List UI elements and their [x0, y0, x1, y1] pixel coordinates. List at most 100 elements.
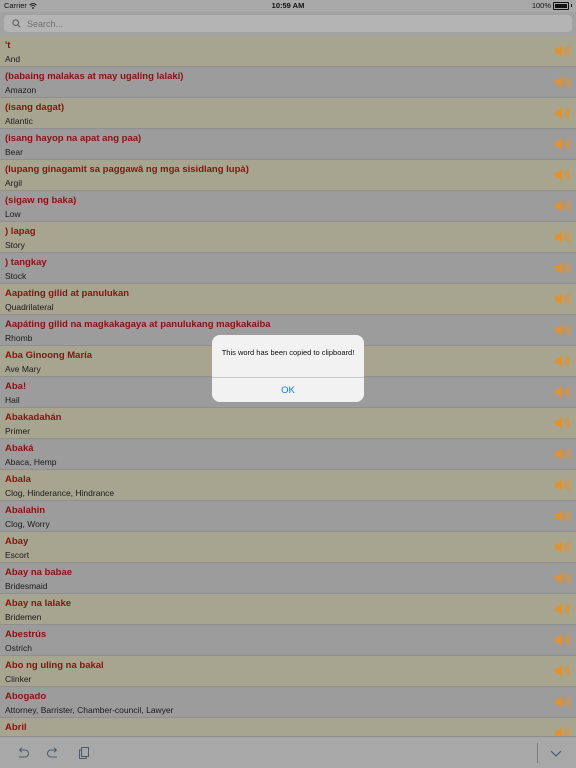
battery-indicator: 100%	[532, 1, 572, 10]
speaker-icon[interactable]	[554, 664, 570, 678]
list-item[interactable]: Abay na lalake Bridemen	[0, 594, 576, 625]
speaker-icon[interactable]	[554, 261, 570, 275]
speaker-icon[interactable]	[554, 633, 570, 647]
chevron-down-icon[interactable]	[549, 746, 563, 760]
entry-meaning: Clinker	[5, 674, 32, 684]
entry-word: Abay na lalake	[5, 598, 72, 609]
speaker-icon[interactable]	[554, 323, 570, 337]
search-icon	[12, 19, 21, 28]
list-item[interactable]: Abo ng uling na bakal Clinker	[0, 656, 576, 687]
entry-word: Abaká	[5, 443, 34, 454]
list-item[interactable]: 't And	[0, 36, 576, 67]
entry-meaning: Clog, Worry	[5, 519, 50, 529]
entry-meaning: Attorney, Barrister, Chamber-council, La…	[5, 705, 174, 715]
speaker-icon[interactable]	[554, 478, 570, 492]
search-input[interactable]	[25, 17, 529, 30]
speaker-icon[interactable]	[554, 137, 570, 151]
entry-word: Abril	[5, 722, 27, 733]
entry-meaning: Quadrilateral	[5, 302, 54, 312]
list-item[interactable]: Abalahin Clog, Worry	[0, 501, 576, 532]
entry-meaning: Clog, Hinderance, Hindrance	[5, 488, 115, 498]
list-item[interactable]: Abay Escort	[0, 532, 576, 563]
entry-word: Abay	[5, 536, 29, 547]
speaker-icon[interactable]	[554, 447, 570, 461]
list-item[interactable]: (isang hayop na apat ang paa) Bear	[0, 129, 576, 160]
list-item[interactable]: Abay na babae Bridesmaid	[0, 563, 576, 594]
list-item[interactable]: (lupang ginagamit sa paggawâ ng mga sisi…	[0, 160, 576, 191]
list-item[interactable]: AbrilApril	[0, 718, 576, 736]
alert-dialog: This word has been copied to clipboard! …	[212, 335, 364, 402]
speaker-icon[interactable]	[554, 385, 570, 399]
toolbar-divider	[537, 743, 538, 763]
speaker-icon[interactable]	[554, 354, 570, 368]
list-item[interactable]: (babaing malakas at may ugaling lalaki) A…	[0, 67, 576, 98]
entry-meaning: Bridemen	[5, 612, 42, 622]
entry-word: (sigaw ng baka)	[5, 195, 77, 206]
entry-word: Aapating gilid at panulukan	[5, 288, 130, 299]
entry-word: Abo ng uling na bakal	[5, 660, 104, 671]
redo-icon[interactable]	[46, 746, 60, 760]
speaker-icon[interactable]	[554, 75, 570, 89]
search-field[interactable]	[4, 15, 572, 32]
battery-tip	[571, 4, 572, 7]
entry-word: Aba!	[5, 381, 27, 392]
battery-icon	[553, 1, 569, 10]
speaker-icon[interactable]	[554, 416, 570, 430]
speaker-icon[interactable]	[554, 540, 570, 554]
speaker-icon[interactable]	[554, 106, 570, 120]
list-item[interactable]: Abaká Abaca, Hemp	[0, 439, 576, 470]
entry-meaning: Atlantic	[5, 116, 33, 126]
list-item[interactable]: Abogado Attorney, Barrister, Chamber-coun…	[0, 687, 576, 718]
entry-word: (lupang ginagamit sa paggawâ ng mga sisi…	[5, 164, 249, 175]
entry-meaning: Rhomb	[5, 333, 33, 343]
speaker-icon[interactable]	[554, 695, 570, 709]
list-item[interactable]: (sigaw ng baka) Low	[0, 191, 576, 222]
speaker-icon[interactable]	[554, 168, 570, 182]
entry-meaning: Ave Mary	[5, 364, 41, 374]
entry-word: Abestrús	[5, 629, 47, 640]
speaker-icon[interactable]	[554, 44, 570, 58]
search-bar	[0, 12, 576, 36]
list-item[interactable]: Abala Clog, Hinderance, Hindrance	[0, 470, 576, 501]
entry-word: (isang hayop na apat ang paa)	[5, 133, 142, 144]
entry-word: Abogado	[5, 691, 47, 702]
list-item[interactable]: Abakadahán Primer	[0, 408, 576, 439]
list-item[interactable]: (isang dagat) Atlantic	[0, 98, 576, 129]
speaker-icon[interactable]	[554, 571, 570, 585]
speaker-icon[interactable]	[554, 292, 570, 306]
entry-meaning: And	[5, 54, 21, 64]
entry-word: (babaing malakas at may ugaling lalaki)	[5, 71, 184, 82]
entry-meaning: Primer	[5, 426, 31, 436]
entry-meaning: Abaca, Hemp	[5, 457, 57, 467]
list-item[interactable]: Aapating gilid at panulukan Quadrilateral	[0, 284, 576, 315]
undo-icon[interactable]	[16, 746, 30, 760]
entry-word: (isang dagat)	[5, 102, 65, 113]
entry-meaning: Story	[5, 240, 25, 250]
entry-meaning: Ostrich	[5, 643, 32, 653]
ok-button[interactable]: OK	[212, 378, 364, 402]
battery-percent: 100%	[531, 1, 551, 10]
copy-icon[interactable]	[77, 746, 91, 760]
list-item[interactable]: ) lapag Story	[0, 222, 576, 253]
entry-meaning: Escort	[5, 550, 30, 560]
entry-word: Abakadahán	[5, 412, 62, 423]
entry-word: ) tangkay	[5, 257, 47, 268]
speaker-icon[interactable]	[554, 726, 570, 736]
entry-meaning: Amazon	[5, 85, 37, 95]
clock: 10:59 AM	[271, 1, 305, 10]
entry-meaning: Bridesmaid	[5, 581, 48, 591]
list-item[interactable]: Abestrús Ostrich	[0, 625, 576, 656]
speaker-icon[interactable]	[554, 602, 570, 616]
entry-meaning: Hail	[5, 395, 20, 405]
entry-word: Abala	[5, 474, 31, 485]
speaker-icon[interactable]	[554, 230, 570, 244]
speaker-icon[interactable]	[554, 509, 570, 523]
entry-meaning: Argil	[5, 178, 23, 188]
entry-word: ) lapag	[5, 226, 36, 237]
entry-word: Abay na babae	[5, 567, 73, 578]
entry-word: Abalahin	[5, 505, 46, 516]
speaker-icon[interactable]	[554, 199, 570, 213]
list-item[interactable]: ) tangkay Stock	[0, 253, 576, 284]
entry-word: Aba Ginoong María	[5, 350, 93, 361]
entry-word: Aapáting gilid na magkakagaya at panuluk…	[5, 319, 271, 330]
